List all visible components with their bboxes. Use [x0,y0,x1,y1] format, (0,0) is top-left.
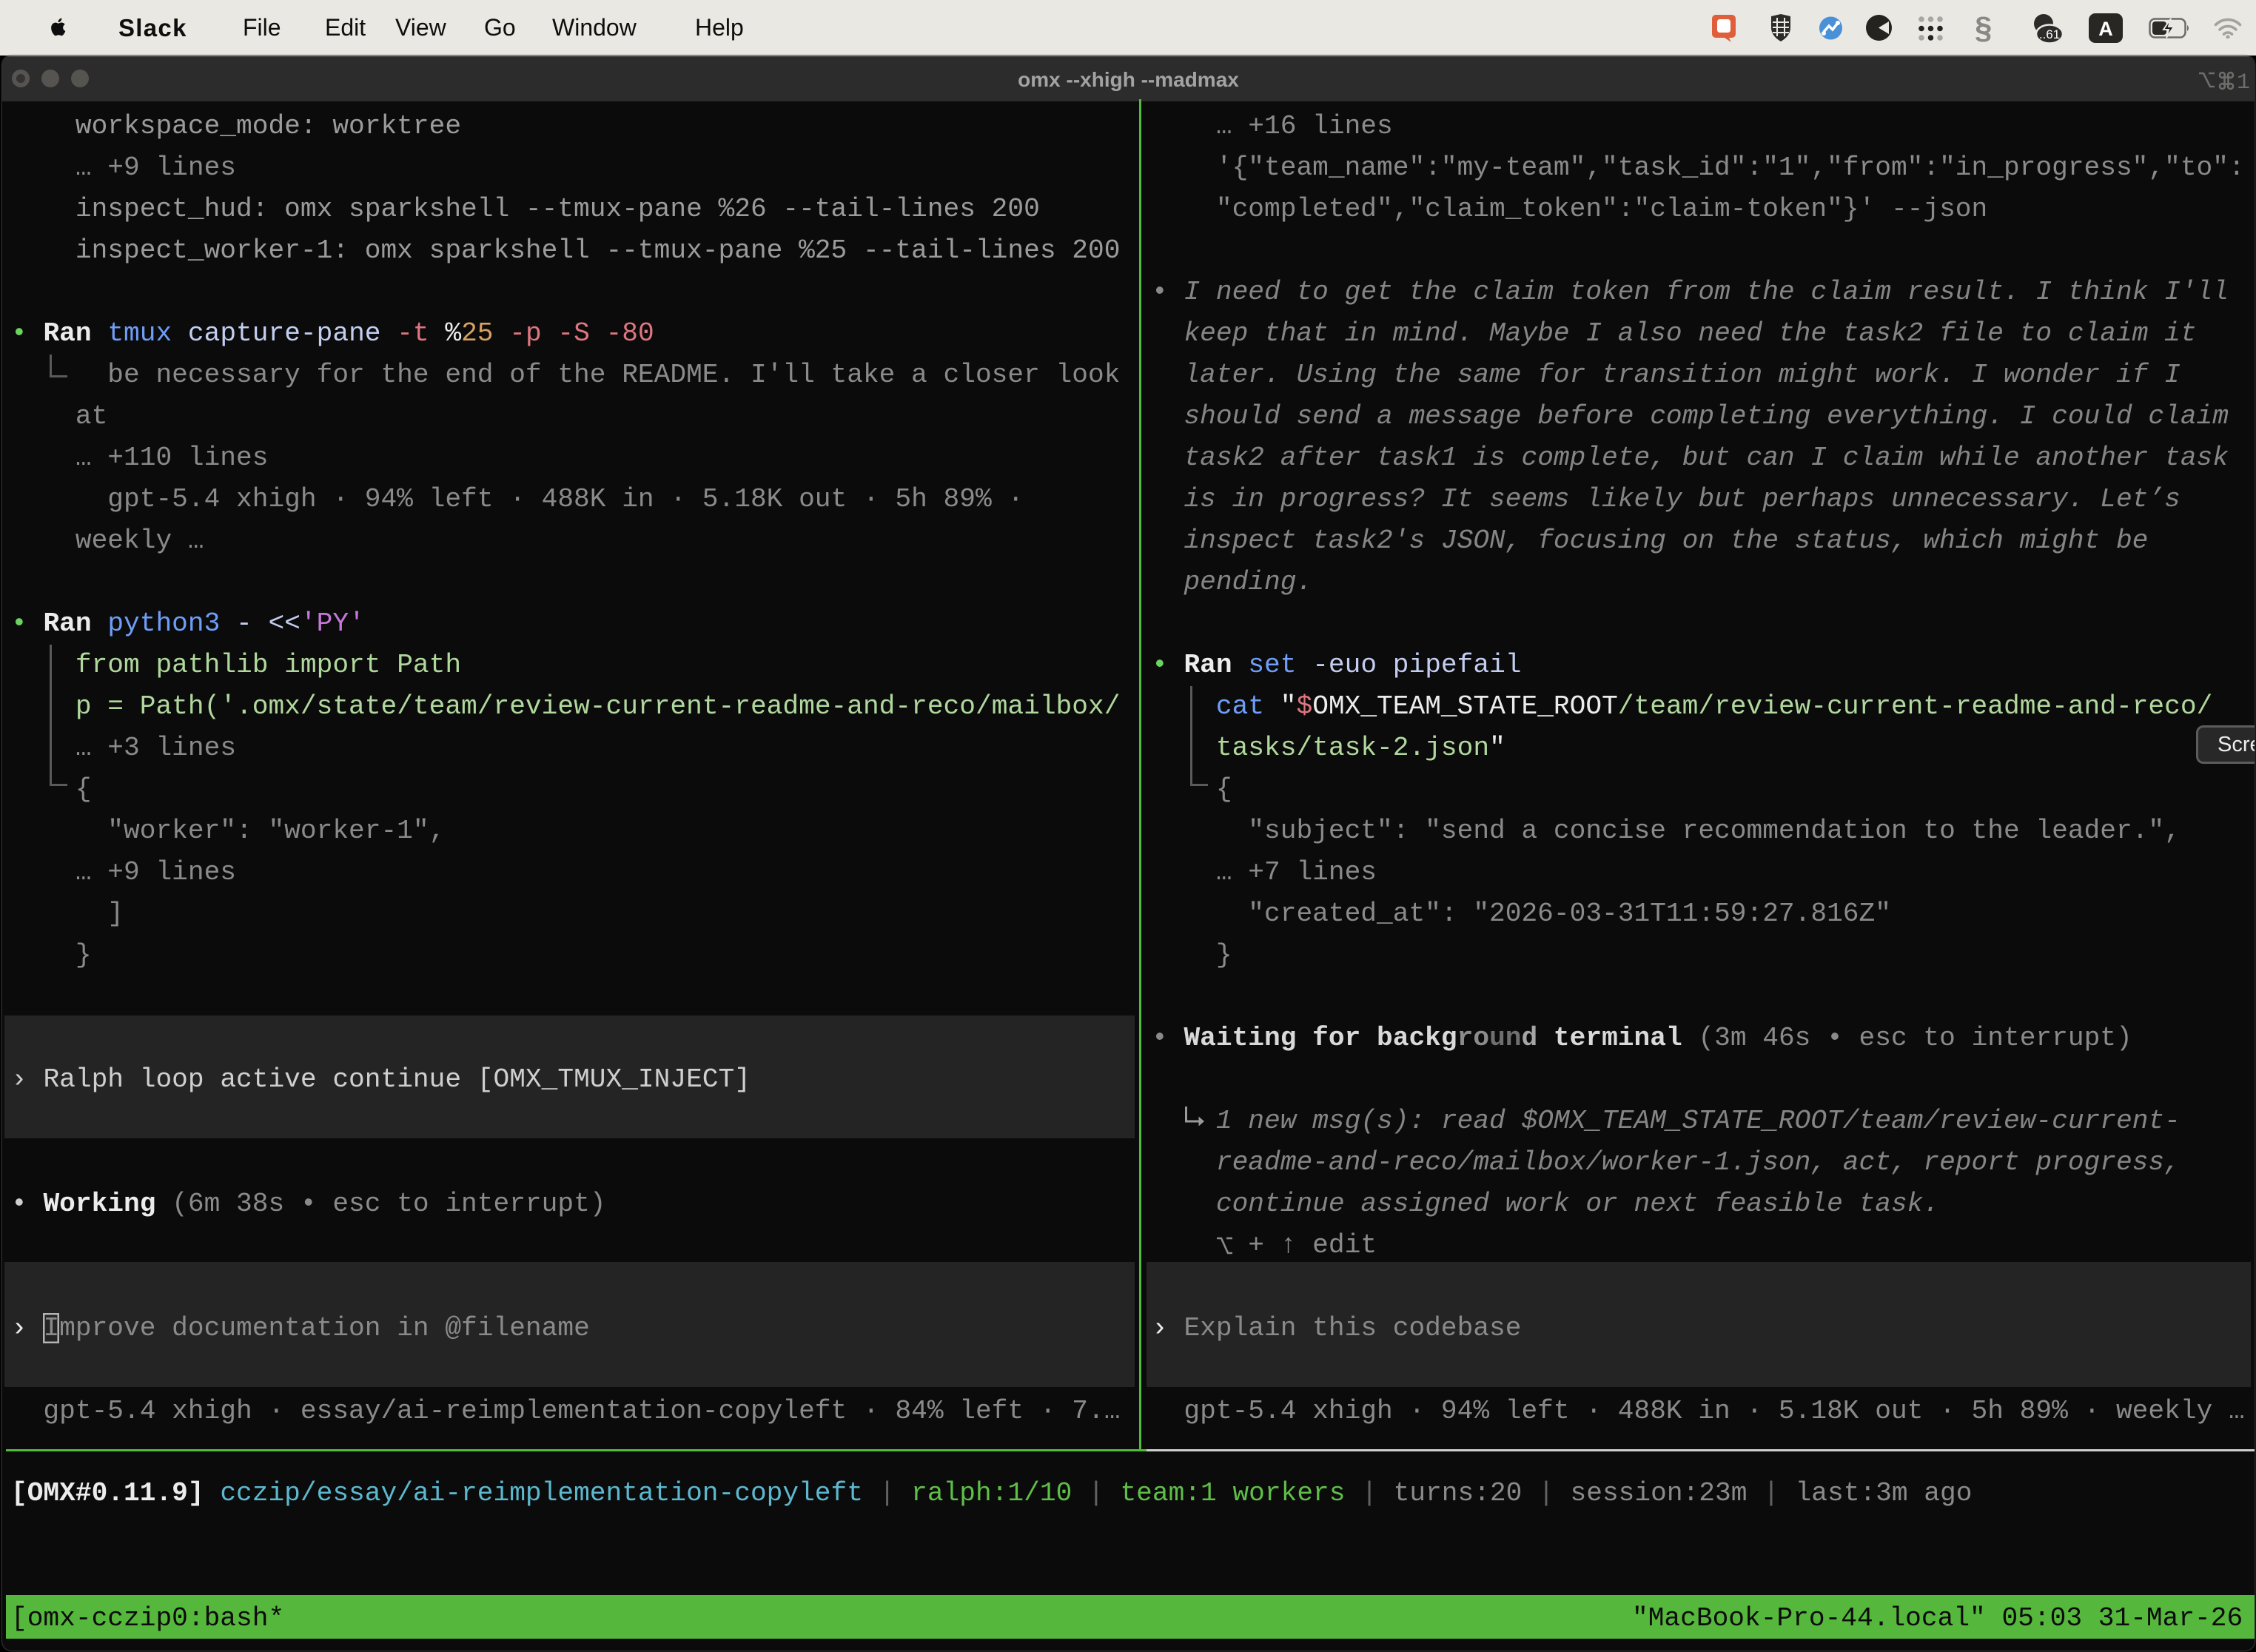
svg-text:1: 1 [2237,70,2250,94]
svg-text:A: A [2098,18,2113,40]
svg-text:..61: ..61 [2039,27,2060,41]
